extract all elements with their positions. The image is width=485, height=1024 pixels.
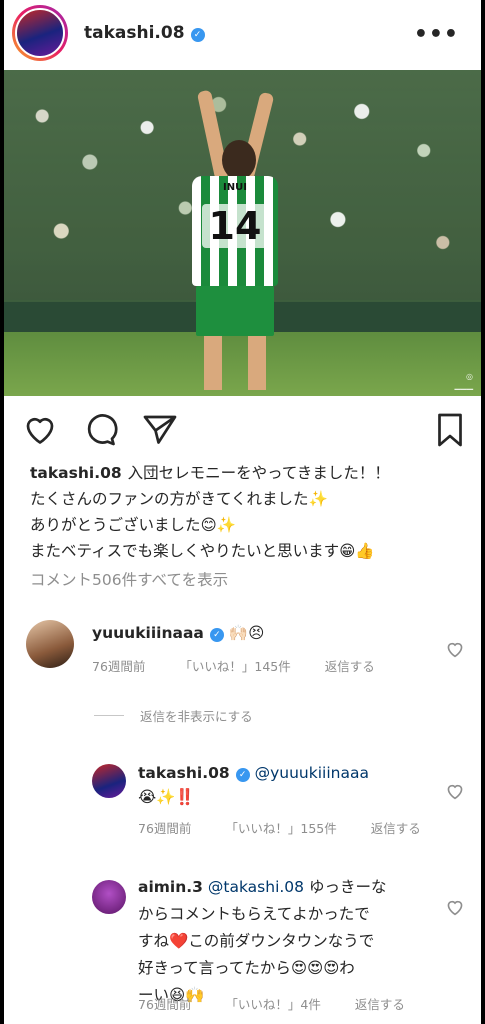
comment-text: aimin.3 @takashi.08 ゆっきーな からコメントもらえてよかった… — [138, 878, 387, 1004]
comment-meta: 76週間前 「いいね！」145件 返信する — [92, 656, 375, 675]
like-icon[interactable] — [22, 412, 58, 446]
post-photo[interactable]: INUI 14 ◎ ▁▁▁ — [4, 70, 481, 396]
jersey-name: INUI — [223, 182, 247, 193]
photo-player: INUI 14 — [192, 89, 278, 390]
comment-likes[interactable]: 「いいね！」4件 — [225, 994, 320, 1013]
comment-text: takashi.08 ✓ @yuuukiiinaaa — [138, 760, 369, 787]
commenter-avatar[interactable] — [26, 620, 74, 668]
commenter-username[interactable]: aimin.3 — [138, 878, 203, 896]
commenter-avatar[interactable] — [92, 764, 126, 798]
reply-button[interactable]: 返信する — [325, 656, 375, 675]
avatar-image — [15, 8, 65, 58]
caption-line: またベティスでも楽しくやりたいと思います😁👍 — [30, 542, 375, 560]
share-icon[interactable] — [142, 412, 178, 446]
post-username[interactable]: takashi.08 ✓ — [84, 23, 205, 43]
action-bar — [4, 408, 481, 452]
comment-body: 😭✨‼️ — [138, 788, 195, 806]
caption-username[interactable]: takashi.08 — [30, 464, 122, 482]
comment-likes[interactable]: 「いいね！」145件 — [179, 656, 290, 675]
comment-like-icon[interactable] — [445, 640, 465, 662]
comment-like-icon[interactable] — [445, 782, 465, 804]
avatar[interactable] — [12, 5, 68, 61]
reply-button[interactable]: 返信する — [371, 818, 421, 837]
comment-meta: 76週間前 「いいね！」155件 返信する — [138, 818, 421, 837]
post-caption: takashi.08 入団セレモニーをやってきました！！ たくさんのファンの方がき… — [30, 460, 465, 564]
divider — [94, 715, 124, 716]
view-all-comments-link[interactable]: コメント506件すべてを表示 — [30, 568, 228, 590]
post-header: takashi.08 ✓ ••• — [4, 0, 481, 66]
reply-button[interactable]: 返信する — [355, 994, 405, 1013]
photo-watermark: ◎ ▁▁▁ — [454, 372, 473, 390]
caption-line: ありがとうございました😊✨ — [30, 516, 236, 534]
screen: takashi.08 ✓ ••• INUI 14 ◎ ▁▁▁ takashi.0… — [4, 0, 481, 1024]
verified-icon: ✓ — [190, 28, 205, 42]
comment-text: yuuukiiinaaa ✓ 🙌🏻😣 — [92, 620, 264, 647]
commenter-username[interactable]: takashi.08 — [138, 764, 230, 782]
comment-meta: 76週間前 「いいね！」4件 返信する — [138, 994, 405, 1013]
verified-icon: ✓ — [209, 628, 224, 642]
comment-mention[interactable]: @takashi.08 — [208, 878, 304, 896]
comment-body: 🙌🏻😣 — [228, 624, 265, 642]
comment-like-icon[interactable] — [445, 898, 465, 920]
verified-icon: ✓ — [235, 768, 250, 782]
more-options-icon[interactable]: ••• — [414, 22, 459, 47]
caption-line: たくさんのファンの方がきてくれました✨ — [30, 490, 328, 508]
caption-line: takashi.08 入団セレモニーをやってきました！！ — [30, 464, 390, 482]
comment-time: 76週間前 — [138, 997, 192, 1012]
jersey-number: 14 — [202, 204, 268, 248]
comment-mention[interactable]: @yuuukiiinaaa — [255, 764, 369, 782]
comment-likes[interactable]: 「いいね！」155件 — [225, 818, 336, 837]
commenter-avatar[interactable] — [92, 880, 126, 914]
comment-icon[interactable] — [82, 412, 118, 446]
comment-time: 76週間前 — [138, 821, 192, 836]
commenter-username[interactable]: yuuukiiinaaa — [92, 624, 204, 642]
comment-time: 76週間前 — [92, 659, 146, 674]
bookmark-icon[interactable] — [433, 412, 467, 448]
hide-replies-button[interactable]: 返信を非表示にする — [94, 706, 253, 725]
